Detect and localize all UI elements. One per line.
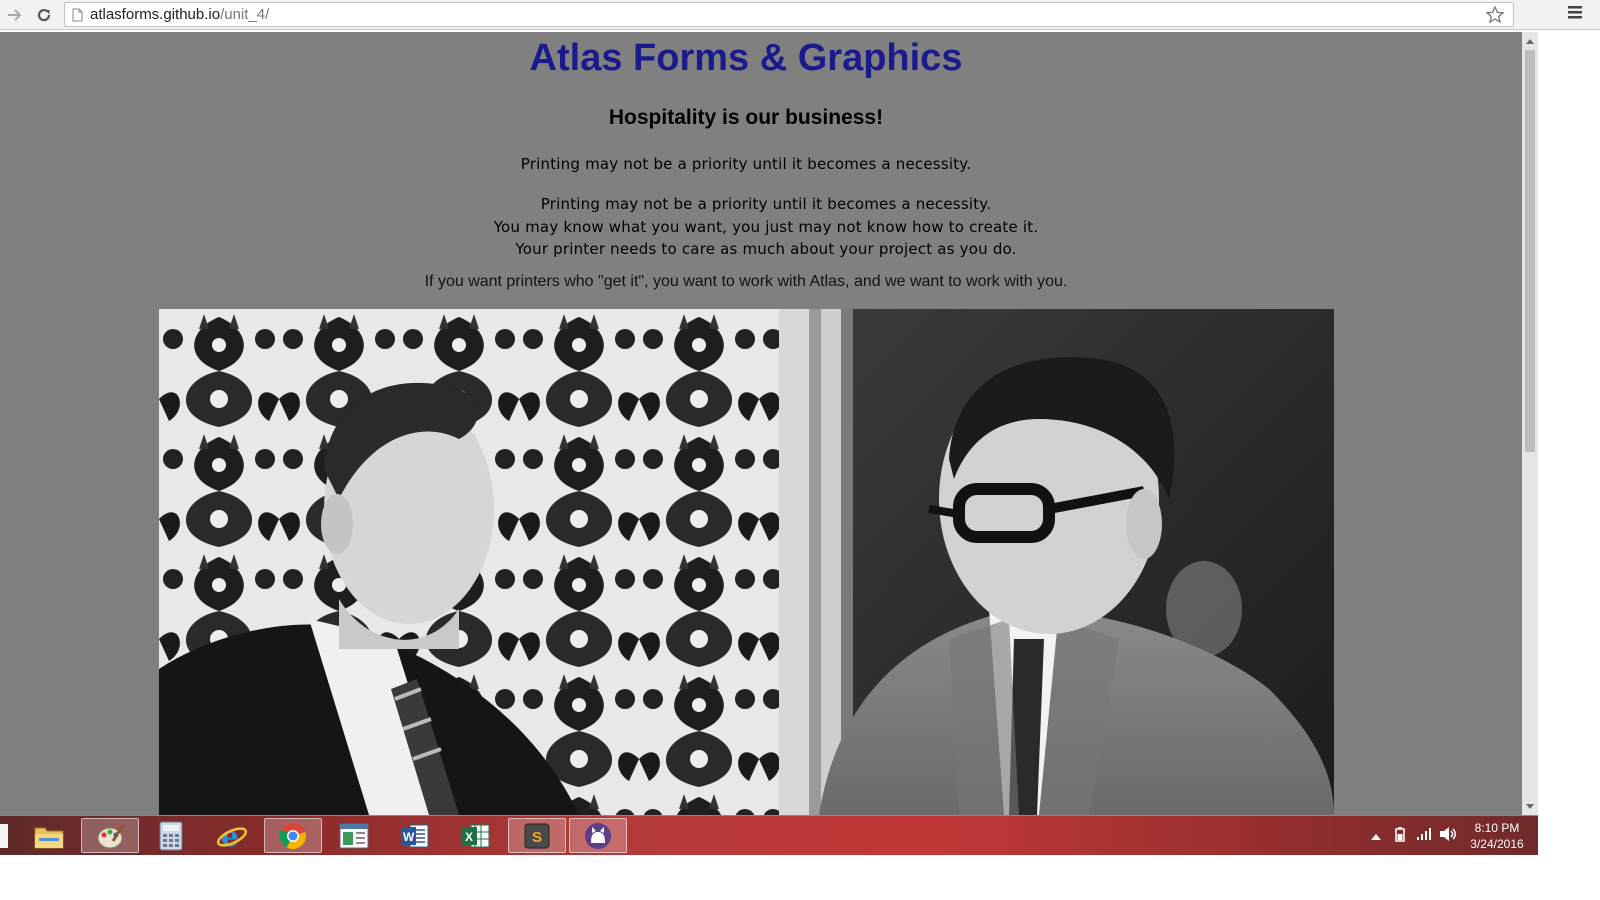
network-signal-icon[interactable] [1416,827,1432,846]
document-viewer-icon[interactable] [325,818,383,853]
intro-block: Printing may not be a priority until it … [0,193,1522,261]
url-host: atlasforms.github.io [90,6,221,23]
svg-text:W: W [403,830,415,844]
url-text: atlasforms.github.io/unit_4/ [90,6,269,23]
svg-text:X: X [465,830,473,844]
calculator-icon[interactable] [142,818,200,853]
star-icon[interactable] [1485,5,1505,30]
hero-photo [159,309,1334,815]
intro-line: Printing may not be a priority until it … [520,155,972,173]
scroll-down-icon[interactable] [1522,799,1538,813]
intro-block-line: Your printer needs to care as much about… [515,240,1017,258]
address-bar[interactable]: atlasforms.github.io/unit_4/ [64,2,1514,27]
internet-explorer-icon[interactable]: e [203,818,261,853]
excel-icon[interactable]: X [447,818,505,853]
browser-toolbar: atlasforms.github.io/unit_4/ [0,0,1600,30]
intro-block-line: You may know what you want, you just may… [493,217,1039,236]
chrome-icon[interactable] [264,818,322,853]
start-button[interactable] [0,824,8,848]
reload-icon[interactable] [33,4,55,26]
windows-taskbar: e W X S 8:10 PM 3/24/2016 [0,815,1538,855]
vertical-scrollbar[interactable] [1522,32,1538,815]
clock-date: 3/24/2016 [1470,837,1524,851]
page-icon [72,8,83,27]
window-margin [1538,32,1600,815]
closing-text: If you want printers who "get it", you w… [424,273,1068,290]
word-icon[interactable]: W [386,818,444,853]
github-icon[interactable] [569,818,627,853]
svg-text:S: S [532,829,542,846]
clock-time: 8:10 PM [1474,821,1520,835]
screen-bottom-margin [0,855,1600,900]
battery-icon[interactable] [1393,826,1407,847]
scroll-thumb[interactable] [1525,50,1535,452]
show-hidden-icons-icon[interactable] [1371,828,1381,846]
sublime-text-icon[interactable]: S [508,818,566,853]
page-viewport: Atlas Forms & Graphics Hospitality is ou… [0,32,1522,815]
scroll-up-icon[interactable] [1522,34,1538,48]
file-explorer-icon[interactable] [20,818,78,853]
volume-icon[interactable] [1439,826,1457,847]
site-title: Atlas Forms & Graphics [529,37,963,79]
hero-photo-image [159,309,1334,815]
url-path: /unit_4/ [220,6,270,23]
paint-icon[interactable] [81,818,139,853]
system-clock[interactable]: 8:10 PM 3/24/2016 [1462,820,1532,852]
forward-arrow-icon[interactable] [4,4,26,26]
tagline: Hospitality is our business! [608,106,884,129]
hamburger-menu-icon[interactable] [1567,4,1583,25]
intro-block-line: Printing may not be a priority until it … [540,195,992,213]
